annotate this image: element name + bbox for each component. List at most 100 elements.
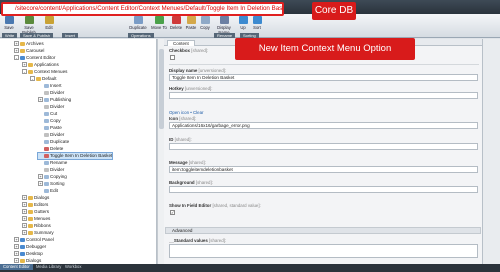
message-field[interactable]: item:toggleitemdeletionbasket — [169, 166, 478, 173]
tree-node[interactable]: Divider — [38, 167, 64, 173]
tree-node[interactable]: - Default — [30, 76, 57, 82]
tree-node[interactable]: Divider — [38, 132, 64, 138]
tree-node[interactable]: Toggle Item In Deletion Basket — [36, 152, 114, 160]
expand-icon[interactable]: + — [22, 202, 27, 208]
checkbox-label: Checkbox [shared]: — [169, 48, 209, 53]
expand-icon[interactable]: + — [22, 230, 27, 236]
save-button[interactable]: Save — [2, 16, 16, 30]
tab-content-editor[interactable]: Content Editor — [0, 264, 33, 270]
item-icon — [44, 174, 49, 179]
tree-node[interactable]: + Copying — [38, 174, 67, 180]
copy-button[interactable]: Copy — [198, 16, 212, 30]
item-icon — [44, 139, 49, 144]
expand-icon[interactable]: + — [22, 209, 27, 215]
collapse-icon[interactable]: - — [22, 69, 27, 75]
item-callout: New Item Context Menu Option — [235, 38, 415, 60]
paste-button[interactable]: Paste — [184, 16, 198, 30]
tree-node[interactable]: + Menues — [22, 216, 50, 222]
tree-node-label: Gutters — [34, 209, 50, 214]
id-field[interactable] — [169, 143, 478, 150]
group-operations: Operations — [128, 33, 154, 38]
tab-content[interactable]: Content — [167, 40, 195, 46]
display-name-field[interactable]: Toggle Item In Deletion Basket — [169, 74, 478, 81]
expand-icon[interactable]: + — [14, 244, 19, 250]
icon-field[interactable]: Applications/16x16/garbage_error.png — [169, 122, 478, 129]
path-callout: /sitecore/content/Applications/Content E… — [1, 2, 284, 16]
expand-icon[interactable]: + — [14, 48, 19, 54]
collapse-icon[interactable]: - — [14, 55, 19, 61]
tree-node[interactable]: Duplicate — [38, 139, 69, 145]
duplicate-button[interactable]: Duplicate — [128, 16, 148, 30]
tree-node[interactable]: Paste — [38, 125, 62, 131]
tree-node[interactable]: Divider — [38, 104, 64, 110]
tree-node[interactable]: Cut — [38, 111, 57, 117]
tree-node[interactable]: - Content Editor — [14, 55, 55, 61]
hotkey-field[interactable] — [169, 92, 478, 99]
expand-icon[interactable]: + — [38, 97, 43, 103]
standard-values-field[interactable] — [169, 244, 478, 258]
tree-scrollbar[interactable] — [157, 39, 164, 264]
background-field[interactable] — [169, 186, 478, 193]
expand-icon[interactable]: + — [22, 62, 27, 68]
tree-node[interactable]: + Publishing — [38, 97, 71, 103]
move-up-button[interactable]: Up — [236, 16, 250, 30]
tab-workbox[interactable]: Workbox — [62, 264, 84, 270]
expand-icon[interactable]: + — [14, 251, 19, 257]
checkbox-field[interactable] — [170, 55, 175, 60]
tree-node[interactable]: + Dialogs — [22, 195, 49, 201]
paste-icon — [186, 16, 196, 24]
save-icon — [4, 16, 14, 24]
tree-node[interactable]: Divider — [38, 90, 64, 96]
tree-node[interactable]: + Sorting — [38, 181, 65, 187]
expand-icon[interactable]: + — [14, 237, 19, 243]
expand-icon[interactable]: + — [14, 258, 19, 264]
group-rename: Rename — [214, 33, 236, 38]
tree-node[interactable]: Edit — [38, 188, 58, 194]
tree-node[interactable]: + Debugger — [14, 244, 46, 250]
collapse-icon[interactable]: - — [30, 76, 35, 82]
tree-node[interactable]: Rename — [38, 160, 67, 166]
tree-node[interactable]: + Editors — [22, 202, 48, 208]
tab-media-library[interactable]: Media Library — [33, 264, 64, 270]
hotkey-label: Hotkey [unversioned]: — [169, 86, 213, 91]
tree-node[interactable]: + Summary — [22, 230, 54, 236]
expand-icon[interactable]: + — [14, 41, 19, 47]
sort-button[interactable]: Sort — [250, 16, 264, 30]
show-in-field-editor-checkbox[interactable]: ✓ — [170, 210, 175, 215]
expand-icon[interactable]: + — [22, 195, 27, 201]
edit-icon — [44, 16, 54, 24]
tree-node[interactable]: + Carousel — [14, 48, 44, 54]
content-tree: + Archives + Carousel - Content Editor + Applic… — [0, 39, 157, 264]
icon-links[interactable]: Open icon • Clear — [169, 110, 203, 115]
expand-icon[interactable]: + — [38, 181, 43, 187]
publish-icon — [24, 16, 34, 24]
standard-values-label: __Standard values [shared]: — [169, 238, 227, 243]
tree-node[interactable]: + Archives — [14, 41, 44, 47]
tree-node-label: Desktop — [26, 251, 43, 256]
expand-icon[interactable]: + — [22, 223, 27, 229]
item-icon — [44, 111, 49, 116]
duplicate-icon — [133, 16, 143, 24]
delete-button[interactable]: Delete — [168, 16, 184, 30]
item-icon — [28, 216, 33, 221]
expand-icon[interactable]: + — [38, 174, 43, 180]
expand-icon[interactable]: + — [22, 216, 27, 222]
tree-node[interactable]: - Context Menues — [22, 69, 67, 75]
tree-node[interactable]: + Desktop — [14, 251, 43, 257]
tree-node[interactable]: Copy — [38, 118, 61, 124]
tree-node-label: Cut — [50, 111, 58, 116]
tree-node-label: Ribbons — [34, 223, 51, 228]
edit-button[interactable]: Edit — [42, 16, 56, 30]
delete-icon — [171, 16, 181, 24]
tree-node[interactable]: + Applications — [22, 62, 59, 68]
tree-node[interactable]: Delete — [38, 146, 63, 152]
item-icon — [44, 181, 49, 186]
icon-label: Icon [shared]: — [169, 116, 197, 121]
advanced-section-header[interactable]: Advanced — [165, 227, 481, 234]
tree-node[interactable]: + Control Panel — [14, 237, 54, 243]
tree-node[interactable]: + Gutters — [22, 209, 49, 215]
move-to-button[interactable]: Move To — [150, 16, 168, 30]
tree-node[interactable]: Insert — [38, 83, 62, 89]
tree-node[interactable]: + Ribbons — [22, 223, 51, 229]
tree-node-label: Dialogs — [26, 258, 42, 263]
